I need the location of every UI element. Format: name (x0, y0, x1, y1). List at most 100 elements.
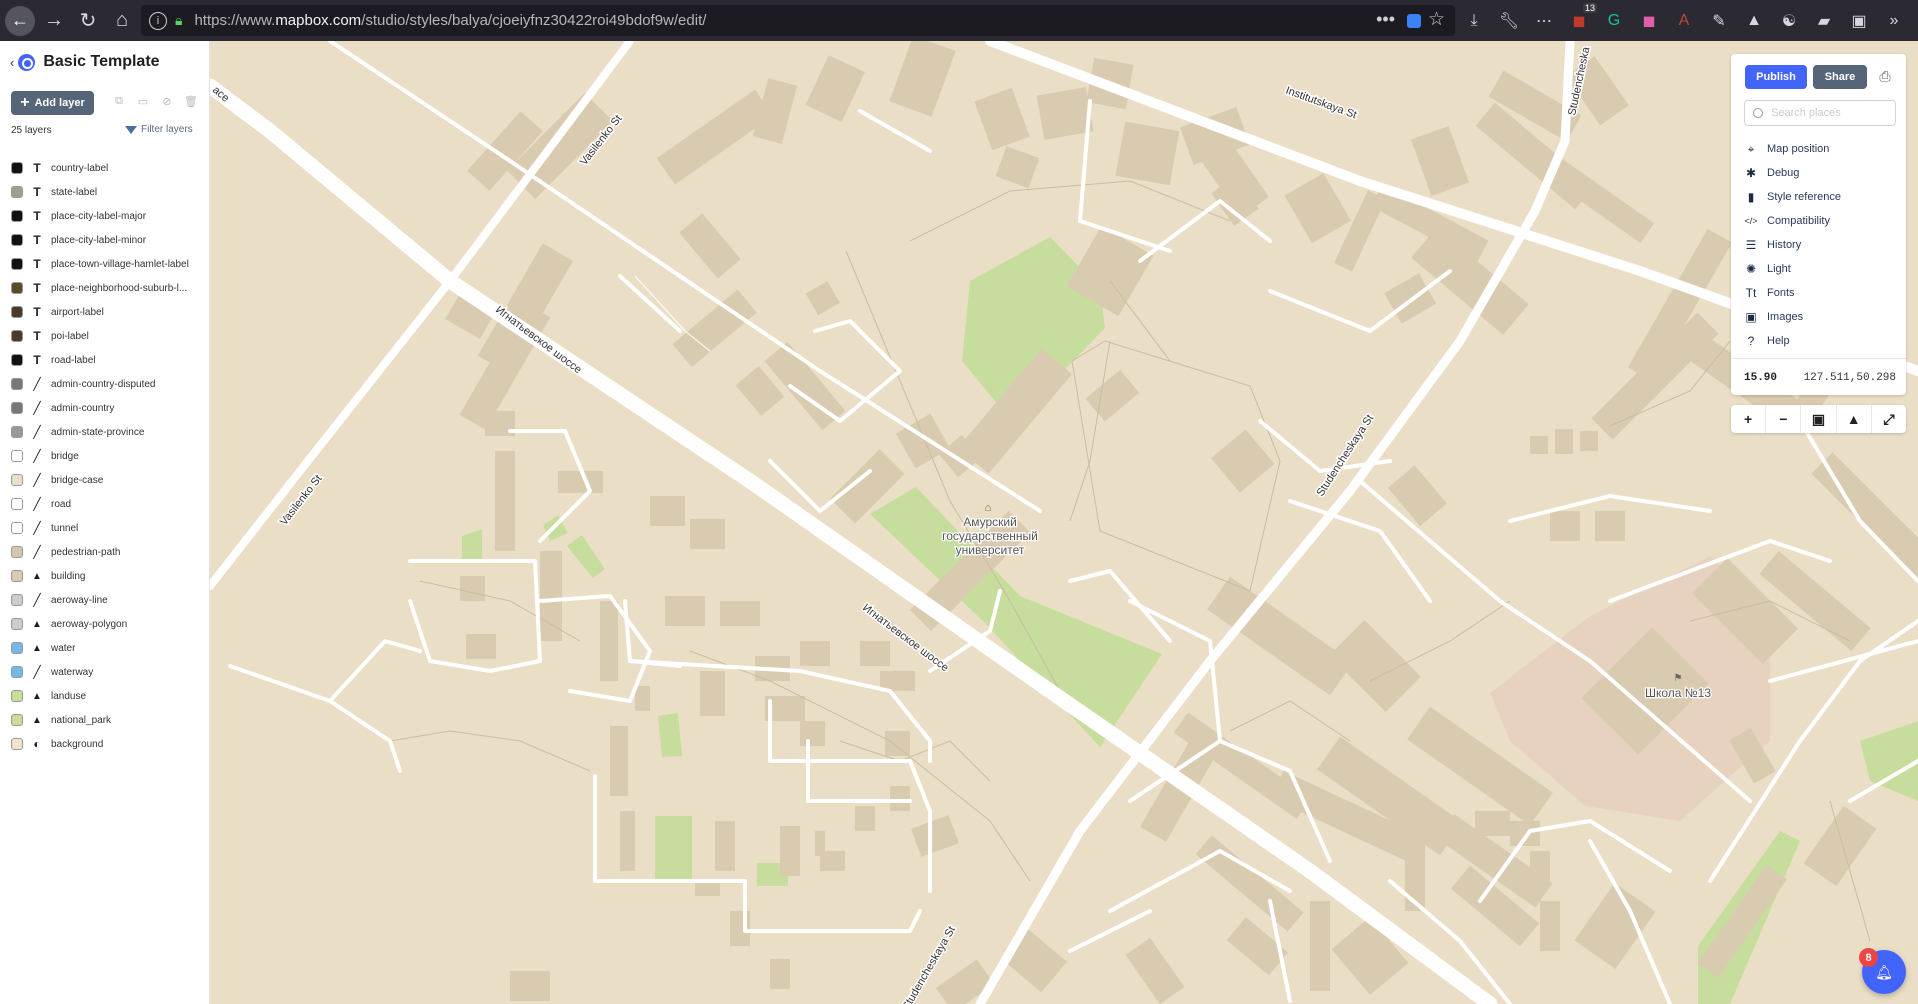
grammarly-icon[interactable]: G (1602, 9, 1626, 33)
colorzilla-icon[interactable]: ◼ (1637, 9, 1661, 33)
layer-item[interactable]: ▲ building (0, 564, 209, 588)
layer-item[interactable]: ◐ background (0, 732, 209, 756)
line-layer-icon: ╱ (33, 377, 41, 391)
tool-menu-label: History (1767, 239, 1802, 251)
layer-item[interactable]: ╱ bridge-case (0, 468, 209, 492)
layer-item[interactable]: ╱ admin-state-province (0, 420, 209, 444)
screenshot-icon[interactable]: ▰ (1812, 9, 1836, 33)
search-places-field[interactable] (1744, 100, 1896, 126)
inspect-icon[interactable]: ▣ (1801, 405, 1837, 433)
home-icon[interactable]: ⌂ (107, 6, 137, 36)
symbol-layer-icon: T (33, 233, 41, 247)
folder-icon[interactable]: ▭ (137, 95, 149, 108)
drive-icon[interactable]: ▲ (1742, 9, 1766, 33)
layer-name: place-town-village-hamlet-label (51, 258, 189, 270)
hide-icon[interactable]: ⊘ (161, 95, 173, 108)
style-name[interactable]: Basic Template (43, 53, 159, 71)
layer-item[interactable]: ▲ national_park (0, 708, 209, 732)
layer-item[interactable]: ╱ admin-country-disputed (0, 372, 209, 396)
filter-layers-button[interactable]: Filter layers (125, 124, 193, 135)
plus-icon: + (20, 94, 30, 111)
layer-color-swatch (11, 474, 23, 486)
layer-item[interactable]: ▲ landuse (0, 684, 209, 708)
window-icon[interactable]: ▣ (1847, 9, 1871, 33)
layer-item[interactable]: ╱ tunnel (0, 516, 209, 540)
layer-item[interactable]: Tplace-neighborhood-suburb-l... (0, 276, 209, 300)
filter-layers-label: Filter layers (141, 124, 193, 135)
layer-item[interactable]: ╱ pedestrian-path (0, 540, 209, 564)
poi-university-line2: государственный (942, 529, 1038, 543)
add-layer-button[interactable]: + Add layer (11, 91, 94, 115)
map-canvas[interactable]: Vasilenko St Vasilenko St Institutskaya … (210, 41, 1918, 1004)
publish-button[interactable]: Publish (1745, 65, 1807, 89)
layer-color-swatch (11, 234, 23, 246)
tool-menu-item[interactable]: ? Help (1744, 329, 1841, 353)
layer-item[interactable]: Tplace-city-label-major (0, 204, 209, 228)
print-icon[interactable]: ⎙ (1877, 68, 1893, 84)
page-actions-icon[interactable]: ••• (1376, 9, 1395, 30)
tool-menu-item[interactable]: ✱ Debug (1744, 161, 1841, 185)
tool-menu-item[interactable]: ⌖ Map position (1744, 137, 1841, 161)
tool-menu-item[interactable]: </> Compatibility (1744, 209, 1841, 233)
layer-item[interactable]: ╱ admin-country (0, 396, 209, 420)
layer-item[interactable]: ╱ waterway (0, 660, 209, 684)
pen-icon[interactable]: ✎ (1707, 9, 1731, 33)
layer-item[interactable]: Tplace-town-village-hamlet-label (0, 252, 209, 276)
tool-menu-item[interactable]: Tt Fonts (1744, 281, 1841, 305)
fullscreen-icon[interactable]: ⤢ (1872, 405, 1906, 433)
wrench-icon[interactable]: 🔧︎ (1497, 9, 1521, 33)
info-icon[interactable]: i (149, 11, 167, 30)
layer-item[interactable]: ▲ water (0, 636, 209, 660)
layer-color-swatch (11, 570, 23, 582)
lock-icon: 🔒︎ (175, 12, 183, 28)
back-icon[interactable]: ← (5, 5, 35, 36)
chevron-left-icon[interactable]: ‹ (10, 55, 14, 70)
dots-extension-icon[interactable]: ⋯ (1532, 9, 1556, 33)
layer-item[interactable]: ╱ bridge (0, 444, 209, 468)
swirl-icon[interactable]: ☯ (1777, 9, 1801, 33)
tool-menu-item[interactable]: ▮ Style reference (1744, 185, 1841, 209)
download-icon[interactable]: ⤓ (1462, 9, 1486, 33)
tool-menu-item[interactable]: ☰ History (1744, 233, 1841, 257)
street-label-vasilenko-2: Vasilenko St (278, 473, 325, 528)
layer-item[interactable]: Tpoi-label (0, 324, 209, 348)
layer-name: bridge-case (51, 474, 104, 486)
layer-color-swatch (11, 714, 23, 726)
bookmark-star-icon[interactable]: ☆ (1428, 8, 1445, 31)
layer-name: bridge (51, 450, 79, 462)
layer-item[interactable]: Troad-label (0, 348, 209, 372)
duplicate-icon[interactable]: ⧉ (113, 95, 125, 107)
tool-menu-item[interactable]: ✺ Light (1744, 257, 1841, 281)
zoom-in-icon[interactable]: + (1731, 405, 1767, 433)
layer-item[interactable]: ▲ aeroway-polygon (0, 612, 209, 636)
ublock-icon[interactable]: ◼ 13 (1567, 3, 1597, 33)
layer-color-swatch (11, 210, 23, 222)
symbol-layer-icon: T (33, 281, 41, 295)
crosshair-icon: ⌖ (1747, 141, 1755, 156)
overflow-icon[interactable]: » (1882, 9, 1906, 33)
layer-item[interactable]: Tstate-label (0, 180, 209, 204)
zoom-out-icon[interactable]: − (1766, 405, 1802, 433)
tool-menu-item[interactable]: ▣ Images (1744, 305, 1841, 329)
layer-item[interactable]: Tcountry-label (0, 156, 209, 180)
layer-item[interactable]: Tplace-city-label-minor (0, 228, 209, 252)
url-text[interactable]: https://www.mapbox.com/studio/styles/bal… (194, 12, 706, 29)
layer-color-swatch (11, 306, 23, 318)
layer-name: state-label (51, 186, 98, 198)
compass-icon[interactable]: ▲ (1837, 405, 1872, 433)
layer-item[interactable]: ╱ aeroway-line (0, 588, 209, 612)
layer-item[interactable]: ╱ road (0, 492, 209, 516)
reload-icon[interactable]: ↻ (73, 6, 103, 36)
coordinate-readout: 127.511,50.298 (1803, 372, 1896, 384)
search-input[interactable] (1771, 107, 1891, 119)
font-extension-icon[interactable]: A (1672, 9, 1696, 33)
help-icon: ? (1747, 334, 1755, 348)
pocket-icon[interactable] (1407, 14, 1421, 28)
trash-icon[interactable]: 🗑︎ (184, 95, 198, 108)
address-bar[interactable]: i 🔒︎ https://www.mapbox.com/studio/style… (141, 5, 1455, 36)
forward-icon[interactable]: → (39, 6, 69, 36)
road-vasilenko (210, 41, 634, 590)
layer-item[interactable]: Tairport-label (0, 300, 209, 324)
line-layer-icon: ╱ (33, 521, 41, 535)
share-button[interactable]: Share (1813, 65, 1867, 89)
